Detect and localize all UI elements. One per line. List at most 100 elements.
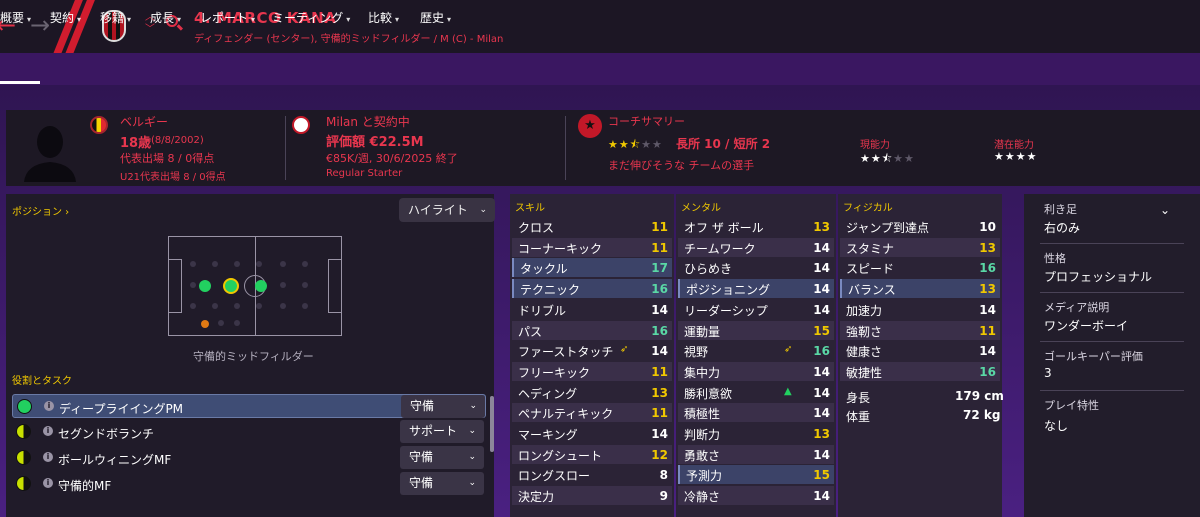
- nationality[interactable]: ベルギー: [120, 113, 168, 130]
- attribute-row[interactable]: フリーキック 11: [512, 361, 672, 381]
- attribute-name: ロングスロー: [518, 469, 591, 484]
- info-icon[interactable]: i: [44, 401, 54, 411]
- attribute-row[interactable]: リーダーシップ 14: [678, 299, 834, 319]
- attribute-row[interactable]: 勝利意欲 ▲ 14: [678, 382, 834, 402]
- attribute-row[interactable]: スピード 16: [840, 258, 1000, 278]
- attribute-value: 14: [813, 385, 830, 400]
- tab-development[interactable]: 成長 ▾: [150, 9, 181, 26]
- attribute-row[interactable]: ジャンプ到達点 10: [840, 217, 1000, 236]
- attribute-value: 14: [813, 364, 830, 379]
- role-name: セグンドボランチ: [58, 427, 155, 441]
- role-row[interactable]: i 守備的MF 守備 ⌄: [12, 472, 486, 496]
- attribute-name: 積極性: [684, 407, 721, 422]
- tab-transfer[interactable]: 移籍 ▾: [100, 9, 131, 26]
- attribute-row[interactable]: ロングシュート 12: [512, 444, 672, 464]
- date-of-birth: (8/8/2002): [151, 135, 204, 146]
- attribute-value: 11: [651, 220, 668, 234]
- chevron-down-icon: ▾: [177, 15, 182, 24]
- goalkeeper-rating: 3: [1044, 366, 1052, 380]
- attribute-row[interactable]: ドリブル 14: [512, 299, 672, 319]
- belgium-flag-icon: [90, 116, 108, 134]
- role-row[interactable]: i ディープライイングPM 守備 ⌄: [12, 394, 486, 418]
- attribute-row[interactable]: 加速力 14: [840, 299, 1000, 319]
- attribute-row[interactable]: ひらめき 14: [678, 258, 834, 278]
- tab-compare[interactable]: 比較 ▾: [368, 9, 399, 26]
- u21-caps: U21代表出場 8 / 0得点: [120, 172, 226, 183]
- attribute-value: 13: [813, 427, 830, 441]
- tab-reports[interactable]: レポート ▾: [200, 9, 255, 26]
- duty-dropdown[interactable]: 守備 ⌄: [400, 446, 484, 469]
- roles-scrollbar[interactable]: [490, 396, 494, 452]
- coach-summary-title: コーチサマリー: [608, 115, 685, 128]
- club-badge-icon: [292, 116, 310, 134]
- duty-dropdown[interactable]: サポート ⌄: [400, 420, 484, 443]
- chevron-down-icon: ▾: [27, 15, 32, 24]
- highlight-dropdown[interactable]: ハイライト ⌄: [399, 198, 495, 222]
- attribute-name: 運動量: [684, 324, 721, 339]
- tab-overview[interactable]: 概要 ▾: [0, 9, 31, 26]
- attribute-row[interactable]: ロングスロー 8: [512, 465, 672, 485]
- attribute-row[interactable]: スタミナ 13: [840, 237, 1000, 257]
- height-value: 179 cm: [955, 389, 1004, 403]
- attribute-value: 14: [813, 447, 830, 462]
- weight-value: 72 kg: [963, 408, 1001, 422]
- attribute-row[interactable]: ポジショニング 14: [678, 279, 834, 299]
- contract-club[interactable]: Milan と契約中: [326, 113, 410, 130]
- info-icon[interactable]: i: [43, 452, 53, 462]
- attribute-row[interactable]: クロス 11: [512, 217, 672, 236]
- attribute-value: 16: [651, 282, 668, 297]
- attribute-row[interactable]: 視野 ➶ 16: [678, 341, 834, 361]
- attribute-row[interactable]: チームワーク 14: [678, 237, 834, 257]
- attribute-row[interactable]: 判断力 13: [678, 424, 834, 443]
- attribute-row[interactable]: 強靭さ 11: [840, 320, 1000, 340]
- tab-history[interactable]: 歴史 ▾: [420, 9, 451, 26]
- positions-title[interactable]: ポジション ›: [12, 203, 69, 218]
- attribute-row[interactable]: 積極性 14: [678, 403, 834, 423]
- international-caps: 代表出場 8 / 0得点: [120, 152, 215, 165]
- attribute-value: 14: [651, 302, 668, 317]
- attribute-name: コーナーキック: [518, 241, 603, 256]
- diagonal-arrow-icon: ➶: [620, 344, 629, 356]
- attribute-name: ヘディング: [518, 386, 578, 401]
- attribute-value: 11: [651, 364, 668, 379]
- attribute-value: 14: [813, 261, 830, 276]
- duty-dropdown[interactable]: 守備 ⌄: [400, 472, 484, 495]
- attribute-row[interactable]: 冷静さ 14: [678, 486, 834, 506]
- role-half-circle-icon: [16, 450, 31, 465]
- player-silhouette-avatar: [24, 126, 76, 182]
- forward-arrow-icon[interactable]: →: [30, 8, 50, 42]
- chevron-down-icon[interactable]: ⌄: [1160, 203, 1170, 217]
- attribute-name: 敏捷性: [846, 365, 883, 380]
- attribute-row[interactable]: ヘディング 13: [512, 382, 672, 402]
- attribute-row[interactable]: オフ ザ ボール 13: [678, 217, 834, 236]
- attribute-row[interactable]: コーナーキック 11: [512, 237, 672, 257]
- attribute-row[interactable]: タックル 17: [512, 258, 672, 278]
- role-name: ボールウィニングMF: [58, 453, 172, 467]
- attribute-row[interactable]: 健康さ 14: [840, 341, 1000, 361]
- attribute-name: 予測力: [686, 469, 723, 484]
- role-row[interactable]: i セグンドボランチ サポート ⌄: [12, 420, 486, 444]
- tab-meetings[interactable]: ミーティング ▾: [272, 9, 350, 26]
- attribute-row[interactable]: パス 16: [512, 320, 672, 340]
- role-row[interactable]: i ボールウィニングMF 守備 ⌄: [12, 446, 486, 470]
- info-icon[interactable]: i: [43, 478, 53, 488]
- tab-contract[interactable]: 契約 ▾: [50, 9, 81, 26]
- current-ability-label: 現能力: [860, 140, 890, 151]
- preferred-foot-label: 利き足: [1044, 203, 1077, 216]
- attribute-row[interactable]: 予測力 15: [678, 465, 834, 485]
- attribute-row[interactable]: ペナルティキック 11: [512, 403, 672, 423]
- attribute-row[interactable]: 運動量 15: [678, 320, 834, 340]
- info-icon[interactable]: i: [43, 426, 53, 436]
- attribute-row[interactable]: 集中力 14: [678, 361, 834, 381]
- attribute-row[interactable]: 勇敢さ 14: [678, 444, 834, 464]
- attribute-row[interactable]: 敏捷性 16: [840, 361, 1000, 381]
- attribute-row[interactable]: マーキング 14: [512, 424, 672, 443]
- attribute-row[interactable]: テクニック 16: [512, 279, 672, 299]
- attribute-row[interactable]: ファーストタッチ ➶ 14: [512, 341, 672, 361]
- attribute-row[interactable]: 決定力 9: [512, 486, 672, 506]
- attribute-row[interactable]: バランス 13: [840, 279, 1000, 299]
- attribute-name: 勝利意欲: [684, 386, 733, 401]
- chevron-down-icon: ▾: [447, 15, 452, 24]
- attribute-name: 集中力: [684, 365, 721, 380]
- duty-dropdown[interactable]: 守備 ⌄: [401, 395, 485, 418]
